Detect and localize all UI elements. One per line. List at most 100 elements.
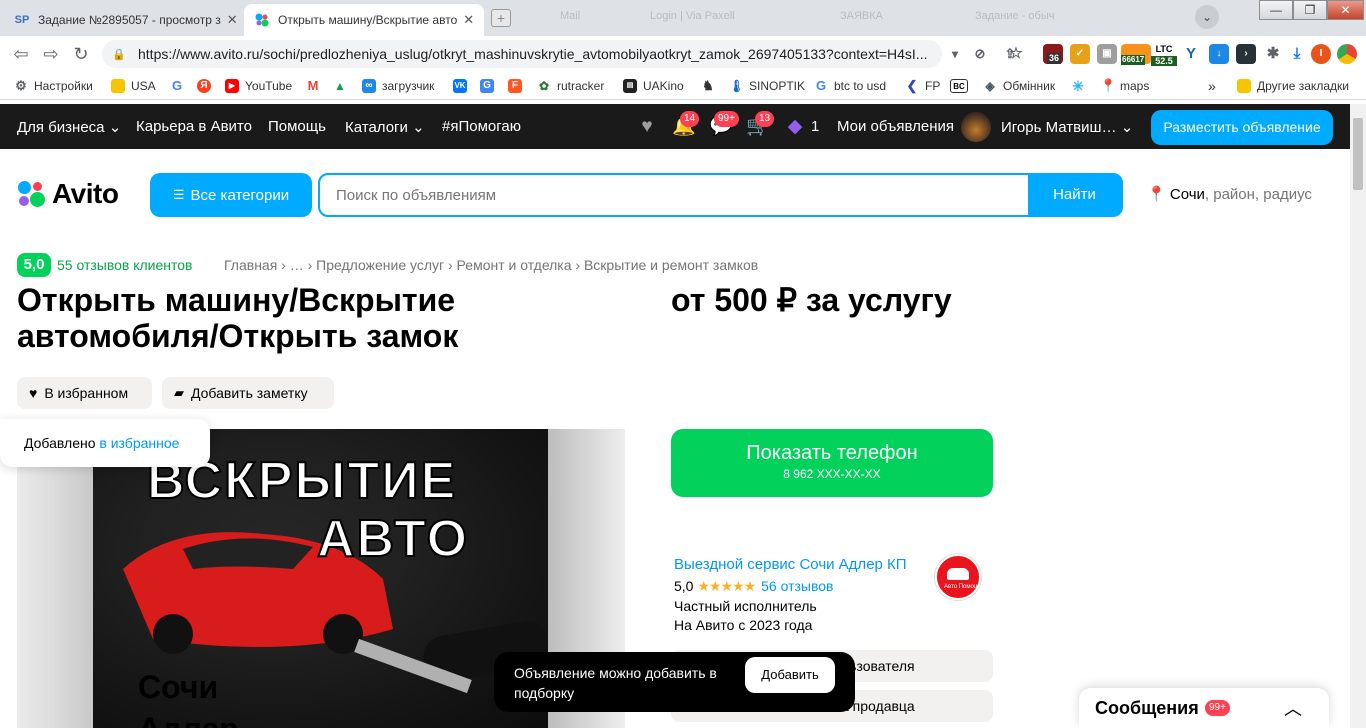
bookmark-youtube[interactable]: ▶ YouTube [225,77,292,95]
bookmark-loader[interactable]: ∞ загрузчик [362,77,434,95]
bookmark-settings[interactable]: ⚙ Настройки [14,77,93,95]
bookmark-gmail[interactable]: M [306,77,326,95]
extension-btc-icon[interactable]: 66617 [1121,44,1151,65]
translate-icon: G [480,79,494,93]
bookmark-vk[interactable]: VK [453,77,473,95]
bookmark-uakino[interactable]: ▤ UAKino [623,77,684,95]
close-icon[interactable]: ✕ [457,12,474,28]
seller-logo[interactable]: Авто Помощь [935,554,982,600]
close-window-button[interactable]: ✕ [1327,0,1364,20]
extension-v-icon[interactable]: Y [1181,44,1201,64]
user-avatar[interactable] [961,112,991,142]
bookmark-google[interactable]: G [170,77,190,95]
post-ad-button[interactable]: Разместить объявление [1151,110,1333,145]
reviews-link[interactable]: 55 отзывов клиентов [57,257,193,273]
my-ads-link[interactable]: Мои объявления [837,118,954,135]
bookmark-translate[interactable]: G [480,77,500,95]
forward-arrow-icon[interactable]: ⇨ [40,43,62,65]
user-menu[interactable]: Игорь Матвиш… ⌄ [1001,118,1133,136]
extensions-puzzle-icon[interactable]: ✱ [1263,44,1283,64]
extension-arrow-icon[interactable]: › [1236,44,1256,64]
bookmark-drive[interactable]: ▲ [333,77,353,95]
extension-badge-icon[interactable]: ✓ [1070,44,1090,64]
google-icon: G [815,78,827,93]
bookmark-star[interactable]: ✳ [1071,77,1091,95]
bookmark-exchange[interactable]: ◈ Обмінник [983,77,1055,95]
reload-icon[interactable]: ↻ [70,43,92,65]
gear-icon: ⚙ [15,78,27,93]
show-phone-button[interactable]: Показать телефон 8 962 XXX-XX-XX [671,429,993,497]
bookmark-f[interactable]: F [508,77,528,95]
promo-ticket-icon[interactable]: ◆ [783,115,807,139]
extension-ltc-icon[interactable]: LTC 52.5 [1151,44,1177,66]
photo-blur-left [17,429,93,728]
add-note-button[interactable]: ▰ Добавить заметку [162,377,334,409]
fp-icon: ❮ [906,78,918,93]
bookmark-rutracker[interactable]: ✿ rutracker [537,77,604,95]
messenger-title: Сообщения [1095,698,1199,718]
tab-search-chevron-icon[interactable]: ⌄ [1195,5,1219,29]
all-categories-button[interactable]: ☰ Все категории [150,173,312,217]
new-tab-button[interactable]: + [491,9,511,27]
bookmark-star-icon[interactable]: ☆ [1006,44,1026,64]
chrome-menu-icon[interactable] [1337,44,1357,64]
minimize-button[interactable]: — [1259,0,1293,20]
bookmarks-overflow-button[interactable]: » [1208,77,1216,95]
bookmark-btc-to-usd[interactable]: Gbtc to usd [814,77,886,95]
seller-type: Частный исполнитель [674,598,817,614]
avito-logo[interactable]: Avito [16,178,119,210]
nav-catalogs[interactable]: Каталоги ⌄ [345,118,425,136]
seller-name-link[interactable]: Выездной сервис Сочи Адлер КП [674,556,907,573]
search-input[interactable] [320,175,1028,215]
bookmark-maps[interactable]: 📍 maps [1100,77,1149,95]
rating-badge: 5,0 [17,253,51,277]
extension-shield-icon[interactable]: 36 [1043,44,1063,64]
bookmark-bc[interactable]: BC [950,77,974,95]
bookmark-fp[interactable]: ❮ FP [905,77,941,95]
scrollbar-thumb[interactable] [1353,118,1363,190]
promo-count: 1 [811,118,820,135]
notifications-badge: 14 [680,111,700,127]
blocked-icon[interactable]: ⊘ [970,44,990,64]
chevron-up-icon[interactable]: ︿ [1284,695,1302,721]
nav-help[interactable]: Помощь [268,118,326,135]
back-arrow-icon[interactable]: ⇦ [10,43,32,65]
nav-business[interactable]: Для бизнеса ⌄ [17,118,121,136]
favorites-link[interactable]: в избранное [99,435,179,451]
restore-button[interactable]: ❐ [1293,0,1327,20]
bc-icon: BC [950,79,968,93]
browser-tab-2-active[interactable]: Открыть машину/Вскрытие авто ✕ [244,4,484,36]
seller-reviews-link[interactable]: 56 отзывов [761,578,833,594]
bookmark-chess[interactable]: ♞ [701,77,721,95]
youtube-icon: ▶ [225,79,239,93]
browser-tab-1[interactable]: SP Задание №2895057 - просмотр з ✕ [4,4,242,36]
yandex-icon: Я [197,79,211,93]
page-scrollbar[interactable] [1350,104,1366,728]
in-favorites-button[interactable]: ♥ В избранном [17,377,152,409]
bookmark-sinoptik[interactable]: 🌡 SINOPTIK [729,77,805,95]
extension-box-icon[interactable]: ▣ [1097,44,1117,64]
other-bookmarks[interactable]: Другие закладки [1237,77,1349,95]
dropdown-caret-icon[interactable]: ▾ [945,44,965,64]
nav-career[interactable]: Карьера в Авито [136,118,252,135]
extension-download-icon[interactable]: ↓ [1209,44,1229,64]
bookmark-usa[interactable]: USA [111,77,156,95]
search-button[interactable]: Найти [1028,175,1121,215]
downloads-icon[interactable]: ⤓ [1287,44,1307,64]
favorites-heart-icon[interactable]: ♥ [635,115,659,139]
breadcrumb[interactable]: Главная › … › Предложение услуг › Ремонт… [224,257,758,273]
snackbar-add-button[interactable]: Добавить [745,657,835,693]
gmail-icon: M [307,78,319,93]
exchange-icon: ◈ [985,79,995,93]
add-to-collection-snackbar: Объявление можно добавить в подборку Доб… [494,652,855,712]
seller-since: На Авито с 2023 года [674,617,813,633]
bookmark-yandex[interactable]: Я [197,77,217,95]
profile-avatar-icon[interactable]: I [1311,44,1331,64]
messenger-widget[interactable]: Сообщения 99+ ︿ [1079,688,1329,728]
seller-rating: 5,0 ★★★★★ 56 отзывов [674,578,834,594]
nav-ya-pomogayu[interactable]: #яПомогаю [442,118,521,135]
location-selector[interactable]: 📍 Сочи, район, радиус [1147,185,1312,203]
close-icon[interactable]: ✕ [221,12,238,28]
address-bar[interactable]: 🔒 https://www.avito.ru/sochi/predlozheni… [102,40,942,68]
browser-toolbar: ⇦ ⇨ ↻ 🔒 https://www.avito.ru/sochi/predl… [0,36,1366,72]
